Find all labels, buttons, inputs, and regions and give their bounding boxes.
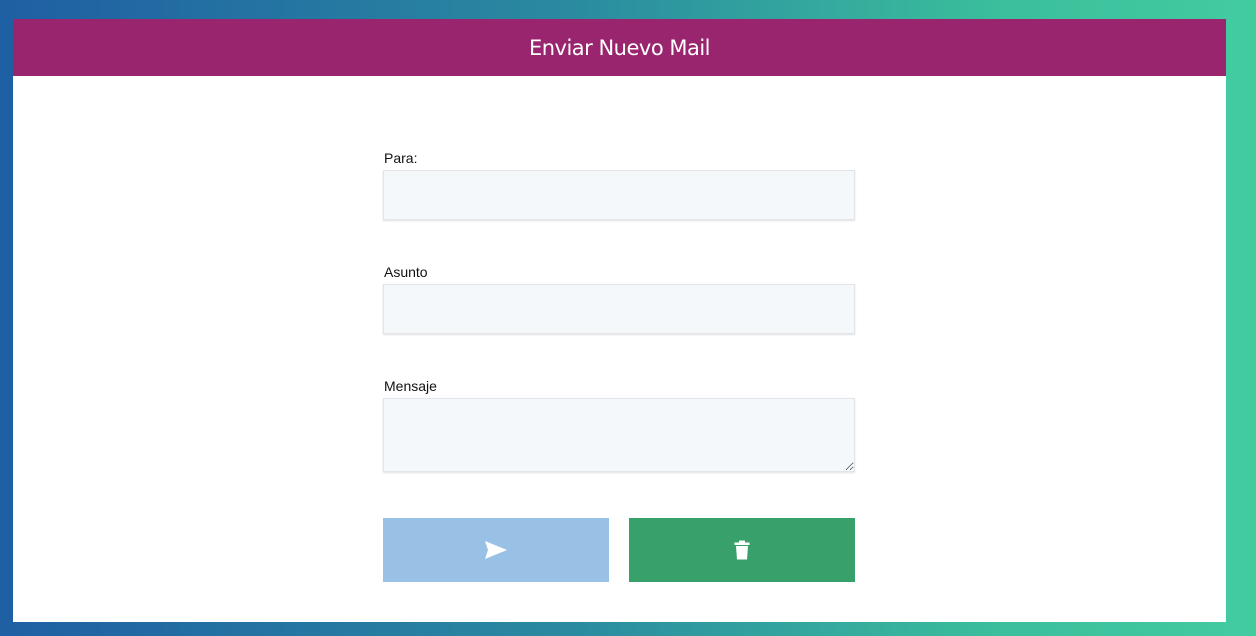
subject-label: Asunto — [384, 264, 428, 280]
delete-button[interactable] — [629, 518, 855, 582]
send-icon — [484, 540, 508, 560]
send-button[interactable] — [383, 518, 609, 582]
page-title: Enviar Nuevo Mail — [528, 35, 711, 60]
to-label: Para: — [384, 150, 418, 166]
compose-card: Enviar Nuevo Mail Para: Asunto Mensaje — [13, 19, 1226, 622]
message-textarea[interactable] — [383, 398, 855, 472]
action-buttons — [383, 518, 855, 582]
compose-form: Para: Asunto Mensaje — [383, 150, 855, 582]
to-input[interactable] — [383, 170, 855, 220]
message-label: Mensaje — [384, 378, 437, 394]
header-bar: Enviar Nuevo Mail — [13, 19, 1226, 76]
trash-icon — [734, 540, 750, 560]
subject-input[interactable] — [383, 284, 855, 334]
